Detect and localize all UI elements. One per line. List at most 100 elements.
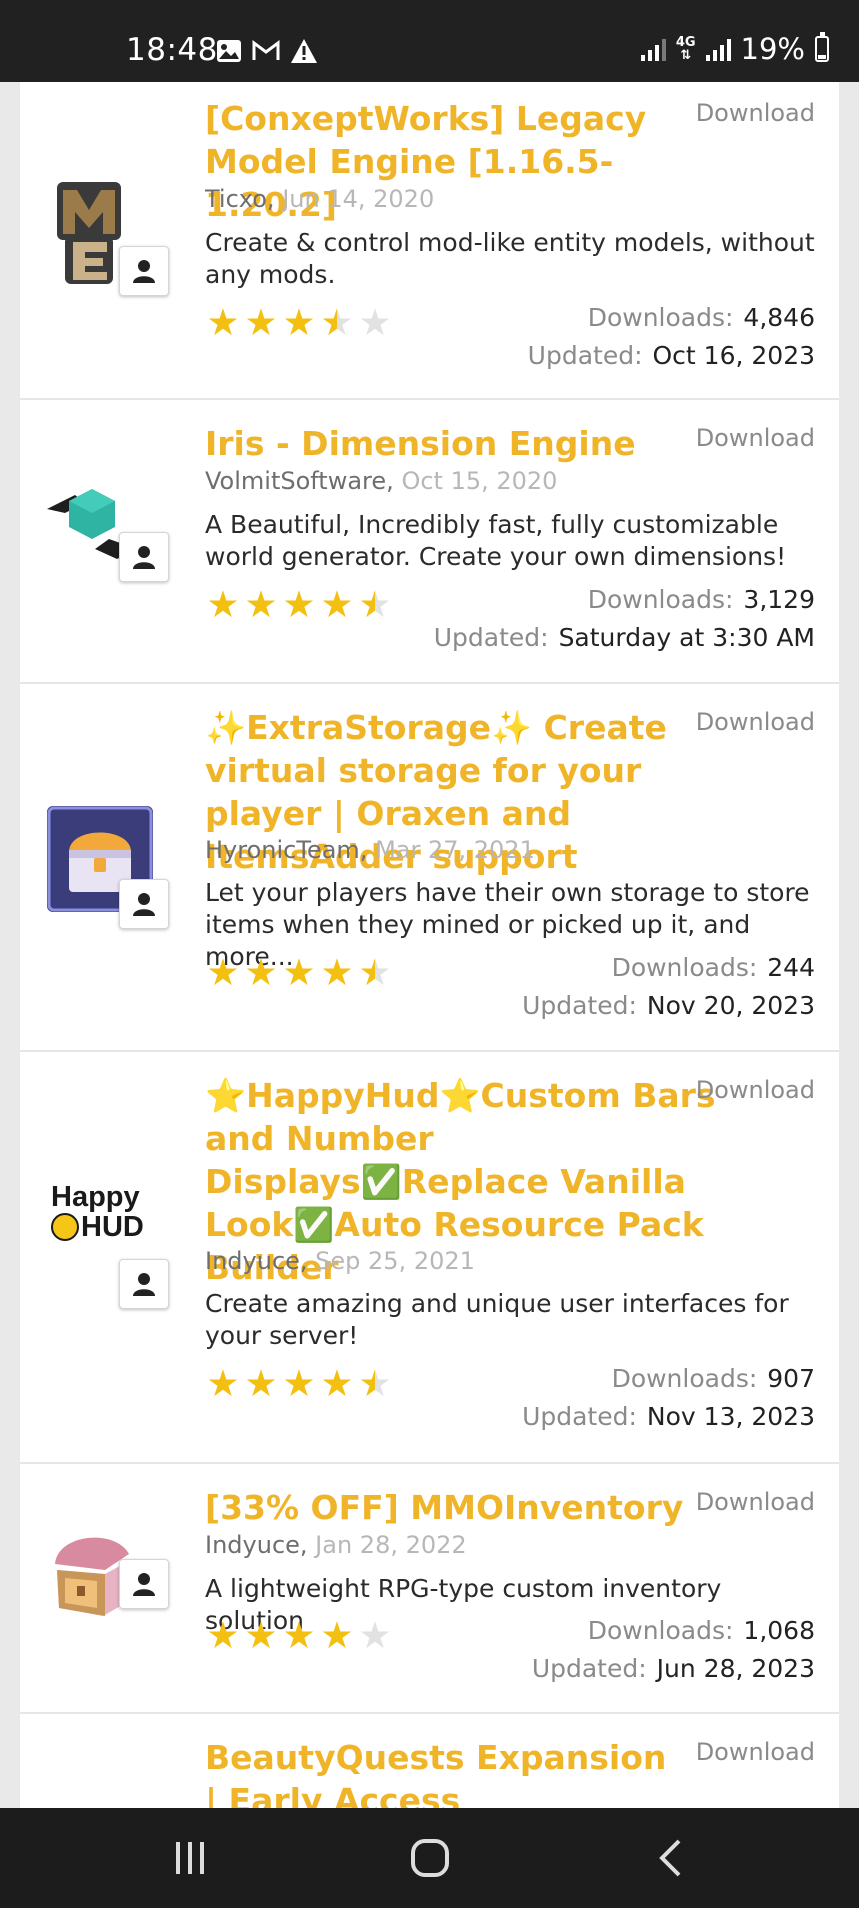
downloads-stat: Downloads: 4,846 xyxy=(588,303,815,332)
resource-meta: VolmitSoftware, Oct 15, 2020 xyxy=(205,467,557,495)
updated-value: Nov 20, 2023 xyxy=(646,991,815,1020)
rating-stars: ★ ★ ★ ★ ★ xyxy=(205,953,393,993)
star-full-icon: ★ xyxy=(282,583,316,626)
star-full-icon: ★ xyxy=(244,583,278,626)
home-button[interactable] xyxy=(408,1838,452,1878)
star-empty-icon: ★ xyxy=(358,301,392,344)
author-link[interactable]: Ticxo, xyxy=(205,185,275,213)
download-link[interactable]: Download xyxy=(696,1488,815,1516)
author-link[interactable]: Indyuce, xyxy=(205,1247,308,1275)
star-full-icon: ★ xyxy=(244,1614,278,1657)
downloads-stat: Downloads: 907 xyxy=(612,1364,815,1393)
star-half-icon: ★ xyxy=(358,951,392,994)
download-link[interactable]: Download xyxy=(696,708,815,736)
star-full-icon: ★ xyxy=(206,301,240,344)
download-link[interactable]: Download xyxy=(696,99,815,127)
resource-meta: Indyuce, Sep 25, 2021 xyxy=(205,1247,475,1275)
updated-label: Updated: xyxy=(527,341,643,370)
list-item: ✨ExtraStorage✨ Create virtual storage fo… xyxy=(20,684,839,1052)
status-bar: 18:48 4G ⇅ 19% xyxy=(0,0,859,82)
star-half-icon: ★ xyxy=(358,583,392,626)
signal-icon-2 xyxy=(705,37,731,61)
downloads-label: Downloads: xyxy=(587,585,734,614)
rating-stars: ★ ★ ★ ★ ★ xyxy=(205,1616,393,1656)
back-button[interactable] xyxy=(655,1838,685,1878)
star-full-icon: ★ xyxy=(320,1362,354,1405)
download-link[interactable]: Download xyxy=(696,1076,815,1104)
star-full-icon: ★ xyxy=(320,1614,354,1657)
user-icon xyxy=(133,546,155,569)
updated-value: Jun 28, 2023 xyxy=(656,1654,815,1683)
rating-stars: ★ ★ ★ ★ ★ xyxy=(205,303,393,343)
downloads-value: 3,129 xyxy=(743,585,815,614)
resource-meta: HyronicTeam, Mar 27, 2021 xyxy=(205,836,535,864)
network-4g-icon: 4G ⇅ xyxy=(675,35,696,63)
updated-value: Nov 13, 2023 xyxy=(646,1402,815,1431)
updated-stat: Updated: Jun 28, 2023 xyxy=(532,1654,815,1683)
star-full-icon: ★ xyxy=(282,1614,316,1657)
download-link[interactable]: Download xyxy=(696,424,815,452)
battery-percent: 19% xyxy=(740,32,805,66)
updated-stat: Updated: Oct 16, 2023 xyxy=(528,341,815,370)
updated-stat: Updated: Nov 13, 2023 xyxy=(522,1402,815,1431)
release-date: Jan 28, 2022 xyxy=(315,1531,467,1559)
alert-icon xyxy=(291,39,317,63)
release-date: Sep 25, 2021 xyxy=(315,1247,475,1275)
star-half-icon: ★ xyxy=(320,301,354,344)
updated-value: Saturday at 3:30 AM xyxy=(558,623,815,652)
downloads-value: 1,068 xyxy=(743,1616,815,1645)
star-full-icon: ★ xyxy=(244,301,278,344)
battery-icon xyxy=(815,32,829,62)
resource-description: A Beautiful, Incredibly fast, fully cust… xyxy=(205,510,787,571)
system-nav-bar xyxy=(0,1808,859,1908)
release-date: Jun 14, 2020 xyxy=(282,185,435,213)
star-half-icon: ★ xyxy=(358,1362,392,1405)
downloads-label: Downloads: xyxy=(587,303,734,332)
author-avatar-button[interactable] xyxy=(119,532,169,582)
release-date: Oct 15, 2020 xyxy=(401,467,558,495)
downloads-value: 907 xyxy=(767,1364,815,1393)
list-item: [33% OFF] MMOInventory Download Indyuce,… xyxy=(20,1464,839,1714)
user-icon xyxy=(133,893,155,916)
happyhud-logo: Happy HUD xyxy=(51,1181,144,1243)
resource-meta: Ticxo, Jun 14, 2020 xyxy=(205,185,434,213)
list-item: Happy HUD ⭐HappyHud⭐Custom Bars and Numb… xyxy=(20,1052,839,1464)
author-link[interactable]: HyronicTeam, xyxy=(205,836,367,864)
star-full-icon: ★ xyxy=(244,1362,278,1405)
status-right: 4G ⇅ 19% xyxy=(640,32,829,66)
downloads-stat: Downloads: 3,129 xyxy=(588,585,815,614)
downloads-value: 244 xyxy=(767,953,815,982)
download-link[interactable]: Download xyxy=(696,1738,815,1766)
updated-value: Oct 16, 2023 xyxy=(652,341,816,370)
author-avatar-button[interactable] xyxy=(119,246,169,296)
author-avatar-button[interactable] xyxy=(119,879,169,929)
resource-title-link[interactable]: [33% OFF] MMOInventory xyxy=(205,1486,745,1529)
resource-title-link[interactable]: BeautyQuests Expansion | Early Access xyxy=(205,1736,685,1808)
resource-description: Create & control mod-like entity models,… xyxy=(205,228,815,289)
updated-stat: Updated: Nov 20, 2023 xyxy=(522,991,815,1020)
star-full-icon: ★ xyxy=(206,1362,240,1405)
gmail-icon xyxy=(252,40,280,60)
star-full-icon: ★ xyxy=(320,583,354,626)
author-avatar-button[interactable] xyxy=(119,1259,169,1309)
home-icon xyxy=(411,1839,449,1877)
recent-apps-button[interactable] xyxy=(170,1838,210,1878)
downloads-stat: Downloads: 1,068 xyxy=(588,1616,815,1645)
author-avatar-button[interactable] xyxy=(119,1559,169,1609)
image-notification-icon xyxy=(217,40,241,62)
star-full-icon: ★ xyxy=(206,583,240,626)
recent-apps-icon xyxy=(176,1842,204,1874)
star-full-icon: ★ xyxy=(206,951,240,994)
resource-title-link[interactable]: Iris - Dimension Engine xyxy=(205,422,745,465)
list-item: BeautyQuests Expansion | Early Access Do… xyxy=(20,1714,839,1808)
updated-label: Updated: xyxy=(531,1654,647,1683)
author-link[interactable]: Indyuce, xyxy=(205,1531,308,1559)
author-link[interactable]: VolmitSoftware, xyxy=(205,467,394,495)
release-date: Mar 27, 2021 xyxy=(375,836,535,864)
user-icon xyxy=(133,1573,155,1596)
user-icon xyxy=(133,260,155,283)
resource-list[interactable]: [ConxeptWorks] Legacy Model Engine [1.16… xyxy=(20,82,839,1808)
signal-icon xyxy=(640,37,666,61)
downloads-label: Downloads: xyxy=(611,1364,758,1393)
updated-label: Updated: xyxy=(433,623,549,652)
